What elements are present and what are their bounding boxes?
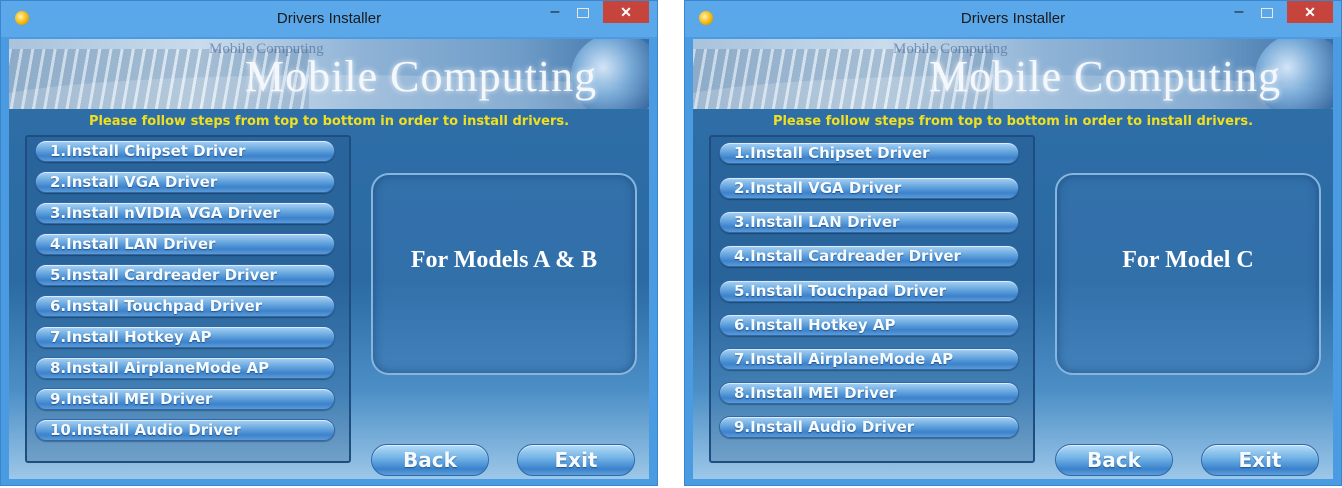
- driver-button-panel: 1.Install Chipset Driver 2.Install VGA D…: [25, 135, 351, 463]
- exit-button[interactable]: Exit: [1201, 444, 1319, 476]
- back-button[interactable]: Back: [1055, 444, 1173, 476]
- install-audio-driver-button[interactable]: 9.Install Audio Driver: [719, 416, 1019, 438]
- close-button[interactable]: ✕: [1287, 1, 1333, 23]
- brand-logo-text: Mobile Computing: [929, 52, 1282, 101]
- brand-logo-text: Mobile Computing: [245, 52, 598, 101]
- model-info-text: For Model C: [1122, 247, 1254, 273]
- maximize-icon: [1261, 8, 1273, 18]
- install-vga-driver-button[interactable]: 2.Install VGA Driver: [35, 171, 335, 193]
- info-panel: For Models A & B: [371, 173, 637, 375]
- install-chipset-driver-button[interactable]: 1.Install Chipset Driver: [35, 140, 335, 162]
- back-button[interactable]: Back: [371, 444, 489, 476]
- installer-client-area: Mobile Computing Mobile Computing Please…: [9, 39, 649, 479]
- install-cardreader-driver-button[interactable]: 4.Install Cardreader Driver: [719, 245, 1019, 267]
- install-cardreader-driver-button[interactable]: 5.Install Cardreader Driver: [35, 264, 335, 286]
- instruction-text: Please follow steps from top to bottom i…: [772, 114, 1254, 129]
- install-mei-driver-button[interactable]: 8.Install MEI Driver: [719, 382, 1019, 404]
- install-chipset-driver-button[interactable]: 1.Install Chipset Driver: [719, 142, 1019, 164]
- install-nvidia-vga-driver-button[interactable]: 3.Install nVIDIA VGA Driver: [35, 202, 335, 224]
- title-bar[interactable]: Drivers Installer – ✕: [1, 1, 657, 37]
- install-hotkey-ap-button[interactable]: 7.Install Hotkey AP: [35, 326, 335, 348]
- install-touchpad-driver-button[interactable]: 5.Install Touchpad Driver: [719, 280, 1019, 302]
- exit-button[interactable]: Exit: [517, 444, 635, 476]
- installer-client-area: Mobile Computing Mobile Computing Please…: [693, 39, 1333, 479]
- install-lan-driver-button[interactable]: 4.Install LAN Driver: [35, 233, 335, 255]
- install-airplanemode-ap-button[interactable]: 8.Install AirplaneMode AP: [35, 357, 335, 379]
- model-info-text: For Models A & B: [410, 247, 598, 273]
- install-hotkey-ap-button[interactable]: 6.Install Hotkey AP: [719, 314, 1019, 336]
- banner: Mobile Computing Mobile Computing: [9, 39, 649, 109]
- driver-button-panel: 1.Install Chipset Driver 2.Install VGA D…: [709, 135, 1035, 463]
- drivers-installer-window-c: Drivers Installer – ✕ Mobile Computing M…: [684, 0, 1342, 486]
- minimize-button[interactable]: –: [543, 4, 567, 23]
- instruction-text: Please follow steps from top to bottom i…: [88, 114, 570, 129]
- maximize-button[interactable]: [1255, 5, 1279, 23]
- maximize-icon: [577, 8, 589, 18]
- drivers-installer-window-ab: Drivers Installer – ✕ Mobile Computing M…: [0, 0, 658, 486]
- info-panel: For Model C: [1055, 173, 1321, 375]
- minimize-button[interactable]: –: [1227, 4, 1251, 23]
- install-lan-driver-button[interactable]: 3.Install LAN Driver: [719, 211, 1019, 233]
- maximize-button[interactable]: [571, 5, 595, 23]
- title-bar[interactable]: Drivers Installer – ✕: [685, 1, 1341, 37]
- install-vga-driver-button[interactable]: 2.Install VGA Driver: [719, 177, 1019, 199]
- install-audio-driver-button[interactable]: 10.Install Audio Driver: [35, 419, 335, 441]
- install-airplanemode-ap-button[interactable]: 7.Install AirplaneMode AP: [719, 348, 1019, 370]
- banner: Mobile Computing Mobile Computing: [693, 39, 1333, 109]
- install-mei-driver-button[interactable]: 9.Install MEI Driver: [35, 388, 335, 410]
- close-button[interactable]: ✕: [603, 1, 649, 23]
- install-touchpad-driver-button[interactable]: 6.Install Touchpad Driver: [35, 295, 335, 317]
